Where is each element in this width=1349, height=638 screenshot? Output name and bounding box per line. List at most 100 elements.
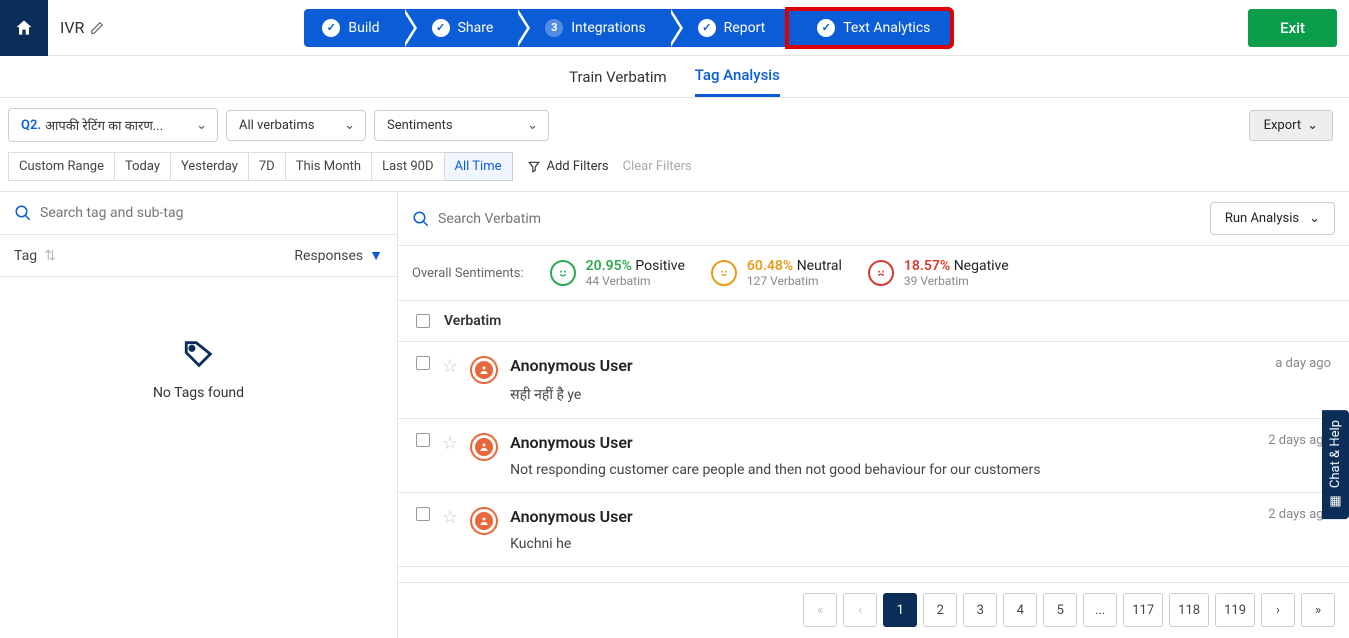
verbatim-timestamp: a day ago xyxy=(1275,356,1331,371)
verbatim-text: Kuchni he xyxy=(510,536,1256,552)
chevron-down-icon: ⌄ xyxy=(1307,118,1318,133)
add-filters-button[interactable]: Add Filters xyxy=(527,159,609,174)
export-button[interactable]: Export ⌄ xyxy=(1249,110,1333,141)
sub-tabs: Train Verbatim Tag Analysis xyxy=(0,56,1349,98)
no-tags-message: No Tags found xyxy=(153,385,244,401)
verbatim-row[interactable]: ☆Anonymous UserKuchni he2 days ago xyxy=(398,493,1349,567)
pagination: «‹12345...117118119›» xyxy=(398,582,1349,637)
sentiment-neutral: 60.48% Neutral 127 Verbatim xyxy=(711,258,842,288)
responses-column-label[interactable]: Responses ▼ xyxy=(294,247,383,264)
verbatim-search-bar[interactable] xyxy=(412,210,1200,228)
sort-icon: ⇅ xyxy=(45,248,57,264)
verbatim-user: Anonymous User xyxy=(510,507,1256,526)
step-share[interactable]: ✓Share xyxy=(402,9,516,47)
neutral-label: Neutral xyxy=(797,258,842,274)
verbatim-table-header: Verbatim xyxy=(398,301,1349,342)
chevron-down-icon: ⌄ xyxy=(344,118,355,133)
no-tags-empty-state: No Tags found xyxy=(0,277,397,401)
verbatims-filter-label: All verbatims xyxy=(239,118,314,133)
time-range-this-month[interactable]: This Month xyxy=(286,152,372,181)
step-label: Integrations xyxy=(571,20,645,36)
check-icon: ✓ xyxy=(698,19,716,37)
chat-icon: ▦ xyxy=(1328,494,1343,509)
pager-page-1[interactable]: 1 xyxy=(883,593,917,627)
avatar xyxy=(470,433,498,461)
home-icon xyxy=(14,18,34,38)
pager-prev[interactable]: ‹ xyxy=(843,593,877,627)
step-label: Report xyxy=(724,20,766,36)
step-label: Build xyxy=(348,20,379,36)
smile-icon xyxy=(550,260,576,286)
time-range-7d[interactable]: 7D xyxy=(249,152,286,181)
row-checkbox[interactable] xyxy=(416,507,430,521)
pager-next[interactable]: › xyxy=(1261,593,1295,627)
chat-help-tab[interactable]: ▦ Chat & Help xyxy=(1322,410,1349,519)
exit-button[interactable]: Exit xyxy=(1248,9,1337,47)
step-integrations[interactable]: 3 Integrations xyxy=(515,9,667,47)
pager-last[interactable]: » xyxy=(1301,593,1335,627)
time-range-last-90d[interactable]: Last 90D xyxy=(372,152,444,181)
negative-label: Negative xyxy=(954,258,1009,274)
positive-label: Positive xyxy=(635,258,684,274)
verbatim-row[interactable]: ☆Anonymous Userसही नहीं है yea day ago xyxy=(398,342,1349,419)
tag-search-bar[interactable] xyxy=(0,192,397,235)
verbatims-filter-dropdown[interactable]: All verbatims ⌄ xyxy=(226,110,366,141)
pager-page-4[interactable]: 4 xyxy=(1003,593,1037,627)
chat-help-label: Chat & Help xyxy=(1328,420,1343,488)
star-icon[interactable]: ☆ xyxy=(442,433,458,454)
left-panel: Tag ⇅ Responses ▼ No Tags found xyxy=(0,192,398,638)
tag-column-label[interactable]: Tag ⇅ xyxy=(14,248,56,264)
time-range-yesterday[interactable]: Yesterday xyxy=(171,152,249,181)
sort-icon: ▼ xyxy=(369,247,383,264)
step-text-analytics[interactable]: ✓Text Analytics xyxy=(787,9,952,47)
select-all-checkbox[interactable] xyxy=(416,314,430,328)
question-filter-dropdown[interactable]: Q2. आपकी रेटिंग का कारण... ⌄ xyxy=(8,108,218,142)
verbatim-search-input[interactable] xyxy=(438,211,1200,227)
negative-percent: 18.57% xyxy=(904,258,950,274)
pager-page-5[interactable]: 5 xyxy=(1043,593,1077,627)
sentiments-filter-label: Sentiments xyxy=(387,118,453,133)
avatar-inner-icon xyxy=(475,438,493,456)
star-icon[interactable]: ☆ xyxy=(442,356,458,377)
verbatim-row[interactable]: ☆Anonymous UserNot responding customer c… xyxy=(398,419,1349,493)
pager-page-118[interactable]: 118 xyxy=(1169,593,1209,627)
search-icon xyxy=(14,204,32,222)
pager-page-2[interactable]: 2 xyxy=(923,593,957,627)
tab-train-verbatim[interactable]: Train Verbatim xyxy=(569,58,667,96)
tag-search-input[interactable] xyxy=(40,205,383,221)
run-analysis-button[interactable]: Run Analysis ⌄ xyxy=(1210,202,1335,235)
row-checkbox[interactable] xyxy=(416,356,430,370)
step-label: Text Analytics xyxy=(843,20,930,36)
pager-page-119[interactable]: 119 xyxy=(1215,593,1255,627)
neutral-percent: 60.48% xyxy=(747,258,793,274)
sentiment-negative: 18.57% Negative 39 Verbatim xyxy=(868,258,1009,288)
verbatim-user: Anonymous User xyxy=(510,356,1263,375)
home-button[interactable] xyxy=(0,0,48,56)
avatar xyxy=(470,507,498,535)
step-number-badge: 3 xyxy=(545,19,563,37)
pager-first[interactable]: « xyxy=(803,593,837,627)
tab-tag-analysis[interactable]: Tag Analysis xyxy=(695,56,780,97)
verbatim-list: ☆Anonymous Userसही नहीं है yea day ago☆A… xyxy=(398,342,1349,567)
verbatim-column-label: Verbatim xyxy=(444,313,501,329)
pager-page-117[interactable]: 117 xyxy=(1123,593,1163,627)
step-report[interactable]: ✓ Report xyxy=(668,9,788,47)
neutral-face-icon xyxy=(711,260,737,286)
wizard-steps: ✓Build✓Share 3 Integrations ✓ Report ✓Text An… xyxy=(304,9,952,47)
pager-page-3[interactable]: 3 xyxy=(963,593,997,627)
time-range-all-time[interactable]: All Time xyxy=(445,152,513,181)
question-number: Q2. xyxy=(21,118,41,133)
edit-icon[interactable] xyxy=(90,21,104,35)
time-range-custom-range[interactable]: Custom Range xyxy=(8,152,115,181)
positive-percent: 20.95% xyxy=(586,258,632,274)
step-label: Share xyxy=(458,20,494,36)
sentiments-summary: Overall Sentiments: 20.95% Positive 44 V… xyxy=(398,246,1349,301)
row-checkbox[interactable] xyxy=(416,433,430,447)
star-icon[interactable]: ☆ xyxy=(442,507,458,528)
time-range-today[interactable]: Today xyxy=(115,152,171,181)
step-build[interactable]: ✓Build xyxy=(304,9,401,47)
negative-count: 39 Verbatim xyxy=(904,274,1009,288)
frown-icon xyxy=(868,260,894,286)
sentiments-filter-dropdown[interactable]: Sentiments ⌄ xyxy=(374,110,549,141)
clear-filters-button[interactable]: Clear Filters xyxy=(623,159,692,174)
